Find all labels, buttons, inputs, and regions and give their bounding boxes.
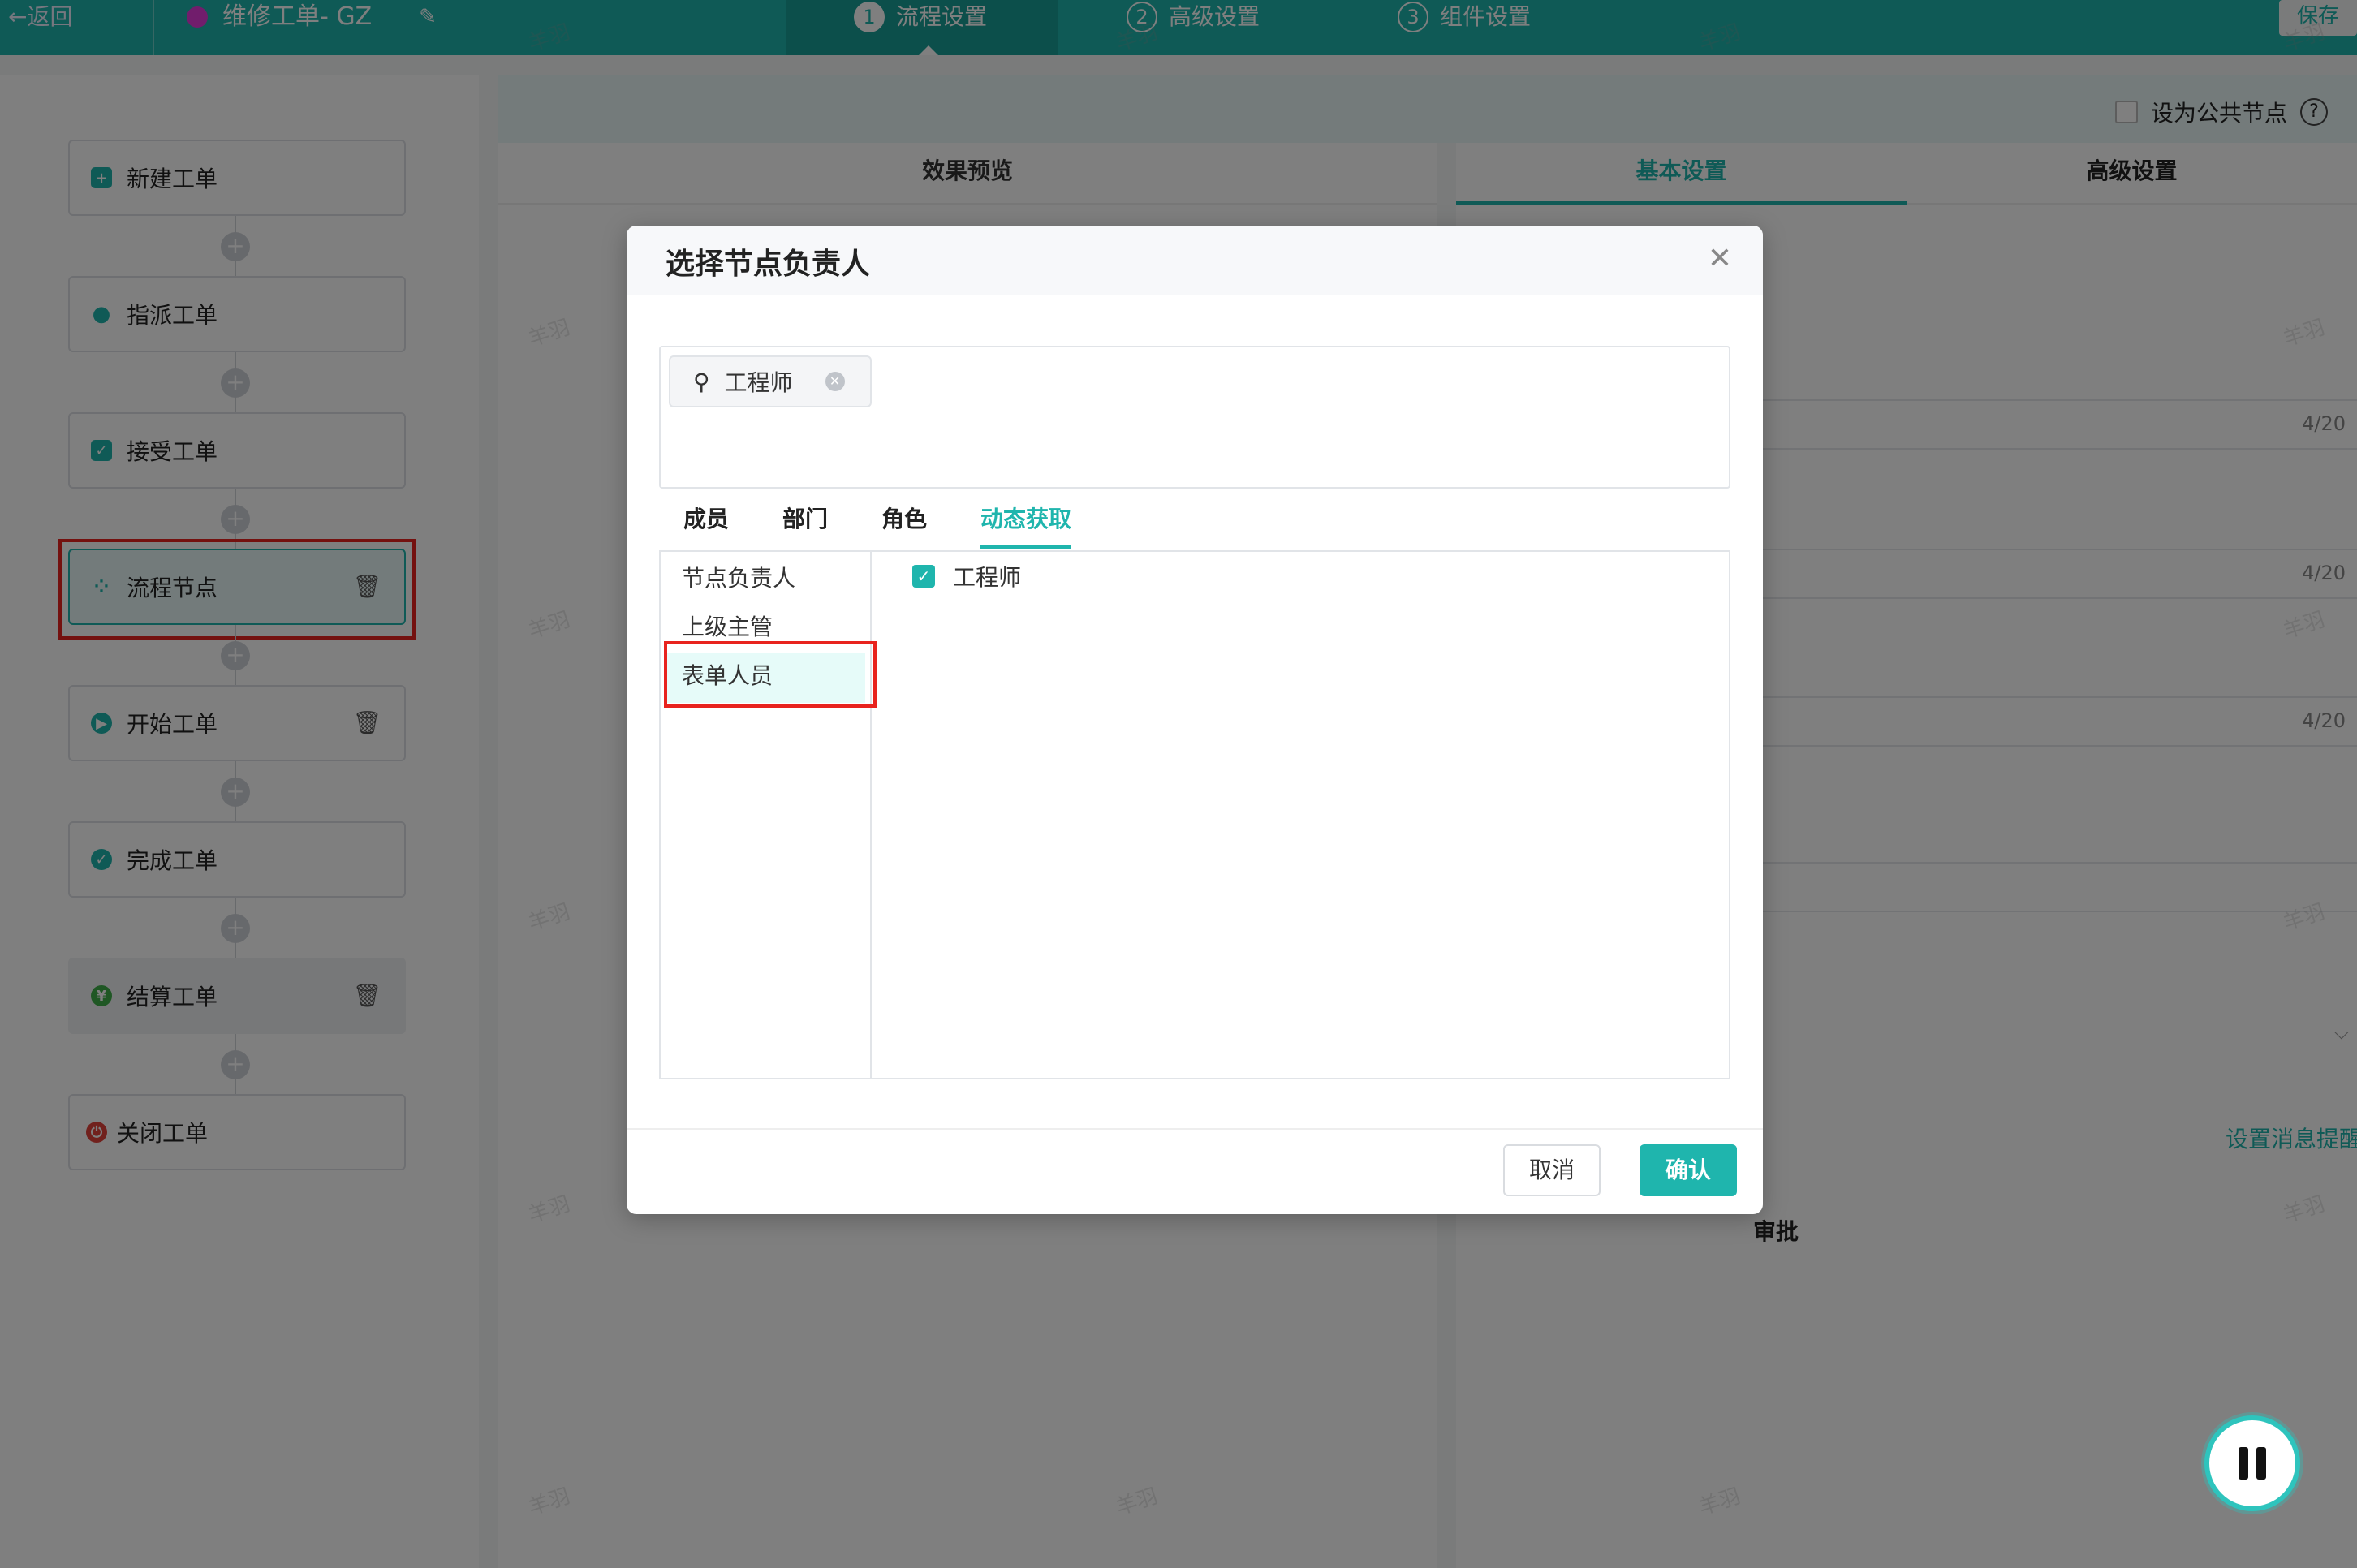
tab-departments[interactable]: 部门 (782, 502, 828, 549)
option-engineer[interactable]: ✓ 工程师 (912, 560, 1021, 592)
dialog-tabs: 成员 部门 角色 动态获取 (683, 502, 1125, 549)
pause-button[interactable] (2204, 1415, 2300, 1511)
option-label: 工程师 (953, 564, 1022, 591)
dialog-body: 节点负责人 上级主管 表单人员 ✓ 工程师 (659, 550, 1730, 1079)
remove-tag-icon[interactable]: ✕ (825, 372, 845, 391)
confirm-button[interactable]: 确认 (1640, 1144, 1737, 1196)
user-icon: ⚲ (693, 368, 710, 395)
list-item-node-owner[interactable]: 节点负责人 (666, 555, 865, 605)
dynamic-source-list: 节点负责人 上级主管 表单人员 (661, 552, 872, 1078)
tab-roles[interactable]: 角色 (881, 502, 927, 549)
close-icon[interactable]: ✕ (1708, 242, 1732, 275)
selected-tag: ⚲ 工程师 ✕ (669, 355, 872, 407)
selected-tag-label: 工程师 (724, 369, 793, 396)
pause-bar (2239, 1447, 2248, 1480)
dialog-header: 选择节点负责人 ✕ (627, 226, 1763, 295)
cancel-button[interactable]: 取消 (1503, 1144, 1601, 1196)
dialog-title: 选择节点负责人 (666, 248, 871, 281)
select-assignee-dialog: 选择节点负责人 ✕ ⚲ 工程师 ✕ 成员 部门 角色 动态获取 节点负责人 上级… (627, 226, 1763, 1214)
dialog-footer-divider (627, 1128, 1763, 1130)
tab-dynamic[interactable]: 动态获取 (980, 502, 1072, 549)
selected-items-box: ⚲ 工程师 ✕ (659, 346, 1730, 489)
highlight-box (664, 641, 877, 708)
checkbox-checked-icon[interactable]: ✓ (912, 565, 935, 588)
tab-members[interactable]: 成员 (683, 502, 729, 549)
option-area: ✓ 工程师 (872, 552, 1729, 1078)
pause-bar (2256, 1447, 2266, 1480)
